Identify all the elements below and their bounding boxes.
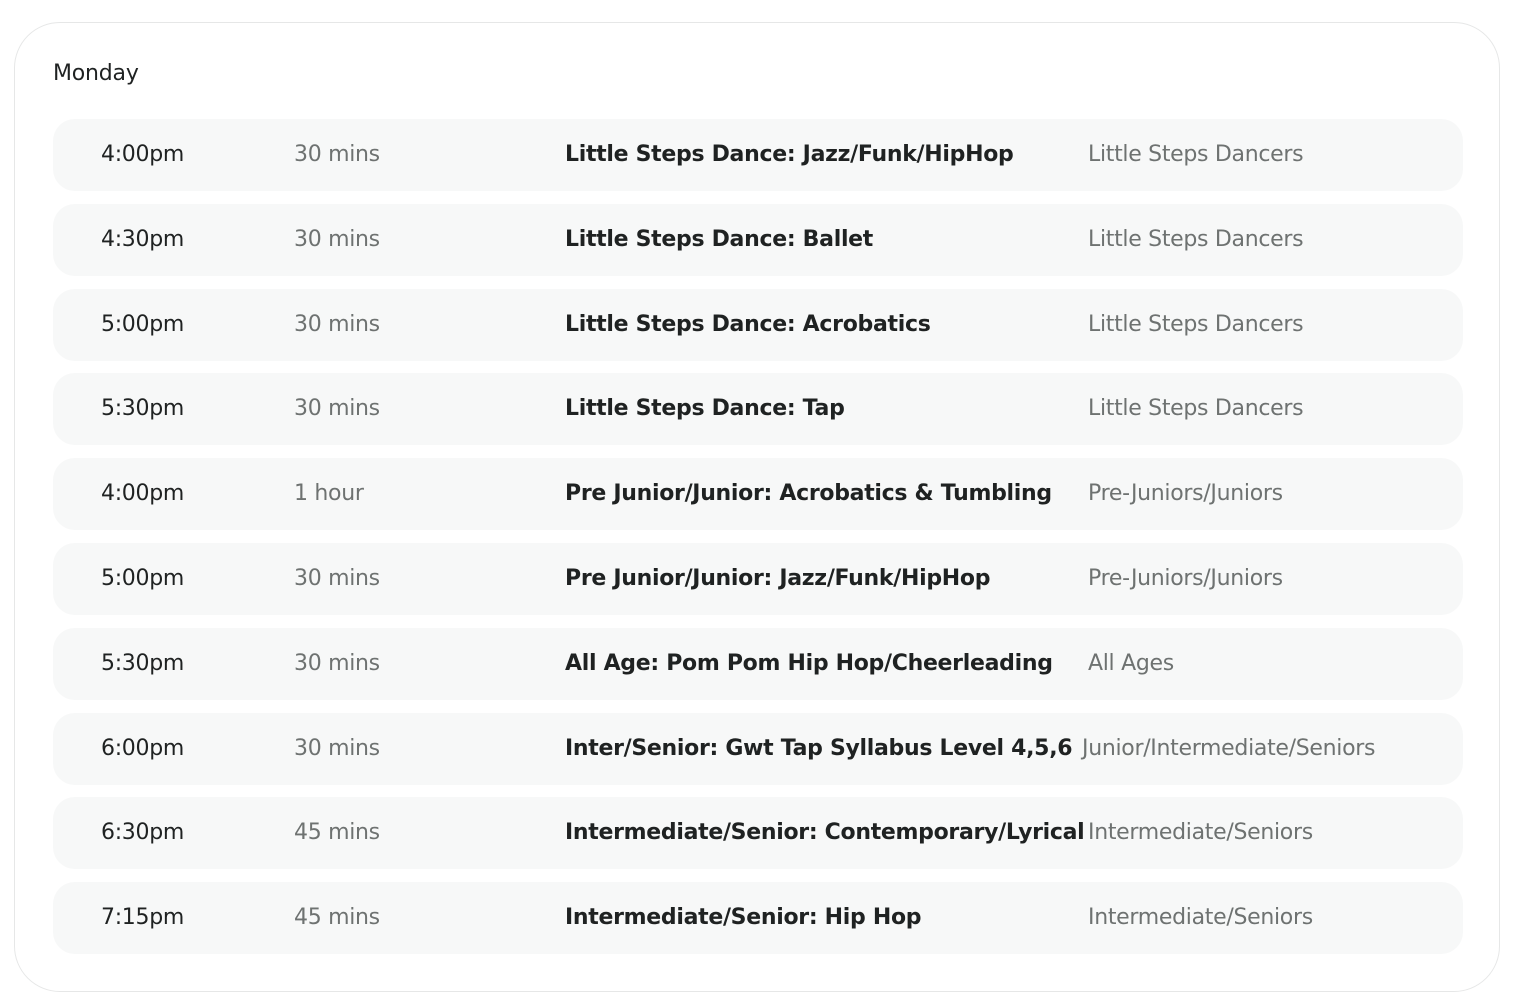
class-time: 5:00pm (101, 565, 184, 591)
class-time: 4:30pm (101, 226, 184, 252)
class-time: 6:00pm (101, 735, 184, 761)
class-duration: 30 mins (294, 311, 380, 337)
class-row[interactable]: 5:30pm 30 mins All Age: Pom Pom Hip Hop/… (53, 627, 1463, 700)
class-group: Junior/Intermediate/Seniors (1082, 735, 1376, 761)
class-name: Little Steps Dance: Ballet (565, 226, 874, 252)
class-time: 5:30pm (101, 396, 184, 422)
class-row[interactable]: 4:30pm 30 mins Little Steps Dance: Balle… (53, 203, 1463, 276)
class-group: Little Steps Dancers (1088, 396, 1304, 422)
class-group: All Ages (1088, 650, 1174, 676)
class-time: 5:30pm (101, 650, 184, 676)
class-list: 4:00pm 30 mins Little Steps Dance: Jazz/… (53, 119, 1463, 967)
class-duration: 45 mins (294, 820, 380, 846)
class-row[interactable]: 6:00pm 30 mins Inter/Senior: Gwt Tap Syl… (53, 712, 1463, 785)
class-group: Intermediate/Seniors (1088, 905, 1313, 931)
class-duration: 30 mins (294, 650, 380, 676)
class-row[interactable]: 4:00pm 1 hour Pre Junior/Junior: Acrobat… (53, 458, 1463, 531)
class-group: Pre-Juniors/Juniors (1088, 565, 1283, 591)
class-duration: 30 mins (294, 565, 380, 591)
class-row[interactable]: 6:30pm 45 mins Intermediate/Senior: Cont… (53, 797, 1463, 870)
class-duration: 30 mins (294, 226, 380, 252)
class-row[interactable]: 4:00pm 30 mins Little Steps Dance: Jazz/… (53, 119, 1463, 191)
class-group: Pre-Juniors/Juniors (1088, 481, 1283, 507)
class-row[interactable]: 5:00pm 30 mins Pre Junior/Junior: Jazz/F… (53, 542, 1463, 615)
day-title: Monday (53, 61, 139, 86)
class-name: Pre Junior/Junior: Acrobatics & Tumbling (565, 481, 1052, 507)
class-duration: 1 hour (294, 481, 364, 507)
class-group: Little Steps Dancers (1088, 311, 1304, 337)
class-time: 4:00pm (101, 481, 184, 507)
class-name: Intermediate/Senior: Contemporary/Lyrica… (565, 820, 1085, 846)
class-group: Intermediate/Seniors (1088, 820, 1313, 846)
class-duration: 30 mins (294, 142, 380, 167)
schedule-card: Monday 4:00pm 30 mins Little Steps Dance… (14, 22, 1500, 992)
class-name: Little Steps Dance: Tap (565, 396, 845, 422)
class-name: Little Steps Dance: Acrobatics (565, 311, 931, 337)
class-row[interactable]: 7:15pm 45 mins Intermediate/Senior: Hip … (53, 882, 1463, 955)
class-name: Pre Junior/Junior: Jazz/Funk/HipHop (565, 565, 991, 591)
class-name: Intermediate/Senior: Hip Hop (565, 905, 922, 931)
class-row[interactable]: 5:30pm 30 mins Little Steps Dance: Tap L… (53, 373, 1463, 446)
class-name: Little Steps Dance: Jazz/Funk/HipHop (565, 142, 1014, 167)
class-row[interactable]: 5:00pm 30 mins Little Steps Dance: Acrob… (53, 288, 1463, 361)
class-time: 7:15pm (101, 905, 184, 931)
class-time: 4:00pm (101, 142, 184, 167)
class-group: Little Steps Dancers (1088, 226, 1304, 252)
class-name: All Age: Pom Pom Hip Hop/Cheerleading (565, 650, 1053, 676)
class-duration: 45 mins (294, 905, 380, 931)
class-duration: 30 mins (294, 396, 380, 422)
class-duration: 30 mins (294, 735, 380, 761)
class-group: Little Steps Dancers (1088, 142, 1304, 167)
class-time: 6:30pm (101, 820, 184, 846)
class-name: Inter/Senior: Gwt Tap Syllabus Level 4,5… (565, 735, 1073, 761)
class-time: 5:00pm (101, 311, 184, 337)
